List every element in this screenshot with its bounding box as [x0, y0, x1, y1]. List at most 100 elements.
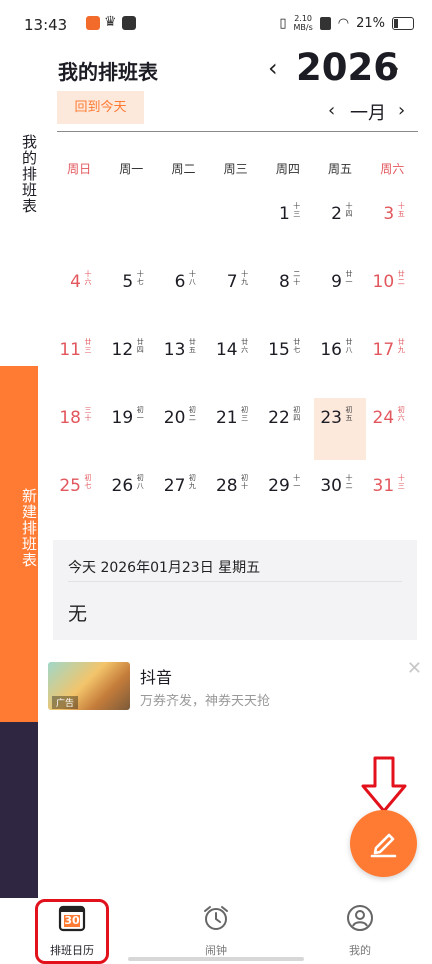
wifi-icon: ◠: [337, 15, 350, 31]
sim-off-icon: [319, 16, 331, 30]
day-number: 12: [111, 340, 134, 360]
day-number: 24: [372, 408, 395, 428]
lunar-date: 初三: [241, 406, 249, 422]
home-indicator: [128, 957, 304, 961]
calendar-day[interactable]: 31 十三: [366, 466, 418, 528]
lunar-date: 十九: [241, 270, 249, 286]
lunar-date: 十四: [345, 202, 353, 218]
day-number: 2: [331, 204, 342, 224]
calendar-day[interactable]: 18 三十: [53, 398, 105, 460]
battery-icon: [392, 16, 414, 30]
calendar-day[interactable]: 25 初七: [53, 466, 105, 528]
lunar-date: 廿八: [345, 338, 353, 354]
battery-percent: 21%: [356, 15, 385, 31]
day-number: 17: [372, 340, 395, 360]
month-prev-icon[interactable]: ‹: [328, 100, 335, 121]
weekday-sat: 周六: [380, 162, 405, 176]
calendar-day[interactable]: 2十四: [314, 194, 366, 256]
day-number: 4: [70, 272, 81, 292]
ad-app-name[interactable]: 抖音: [140, 664, 172, 688]
calendar-day[interactable]: 26 初八: [105, 466, 157, 528]
calendar-day[interactable]: 21 初三: [210, 398, 262, 460]
calendar-day[interactable]: 15 廿七: [262, 330, 314, 392]
calendar-day[interactable]: 10 廿二: [366, 262, 418, 324]
calendar-day[interactable]: 3十五: [366, 194, 418, 256]
lunar-date: 廿四: [136, 338, 144, 354]
day-number: 5: [122, 272, 134, 292]
lunar-date: 十三: [397, 474, 405, 490]
lunar-date: 初九: [188, 474, 196, 490]
year-next-icon[interactable]: ›: [390, 54, 400, 82]
ad-thumbnail[interactable]: 广告: [48, 662, 130, 710]
calendar-day-today[interactable]: 23 初五: [314, 398, 366, 460]
calendar-day[interactable]: 22 初四: [262, 398, 314, 460]
calendar-day[interactable]: 27 初九: [157, 466, 209, 528]
calendar-day[interactable]: 13 廿五: [157, 330, 209, 392]
info-divider: [68, 581, 402, 582]
weekday-tue: 周二: [171, 162, 196, 176]
lunar-date: 初六: [397, 406, 405, 422]
network-speed: 2.10 MB/s: [293, 14, 313, 32]
day-number: 11: [59, 340, 81, 360]
sidebar-my-schedule[interactable]: 我的排班表: [0, 134, 38, 214]
calendar-day[interactable]: 29 十一: [262, 466, 314, 528]
day-number: 3: [383, 204, 395, 224]
schedule-value: 无: [68, 603, 88, 625]
calendar-day[interactable]: 16 廿八: [314, 330, 366, 392]
day-number: 30: [320, 476, 342, 496]
calendar-day[interactable]: 24 初六: [366, 398, 418, 460]
calendar-day[interactable]: 6十八: [157, 262, 209, 324]
day-number: 29: [268, 476, 290, 496]
ad-banner[interactable]: 广告 抖音 万券齐发，神券天天抢 ✕: [44, 656, 424, 716]
lunar-date: 十三: [293, 202, 301, 218]
calendar-day[interactable]: 4十六: [53, 262, 105, 324]
calendar-day[interactable]: 12 廿四: [105, 330, 157, 392]
lunar-date: 廿五: [188, 338, 196, 354]
calendar-day[interactable]: 17 廿九: [366, 330, 418, 392]
calendar-day[interactable]: 5十七: [105, 262, 157, 324]
lunar-date: 初二: [188, 406, 196, 422]
weekday-mon: 周一: [119, 162, 144, 176]
calendar-day[interactable]: 7十九: [210, 262, 262, 324]
pencil-icon: [370, 833, 397, 858]
calendar-day[interactable]: 9廿一: [314, 262, 366, 324]
calendar-day[interactable]: 11 廿三: [53, 330, 105, 392]
year-label: 2026: [296, 46, 399, 89]
app-notification-icon: [86, 16, 100, 30]
crown-icon: ♛: [104, 14, 117, 30]
year-prev-icon[interactable]: ‹: [268, 54, 278, 82]
calendar-day[interactable]: 1十三: [262, 194, 314, 256]
tab-alarm[interactable]: 闹钟: [161, 898, 271, 964]
day-number: 31: [372, 476, 395, 496]
month-next-icon[interactable]: ›: [398, 100, 405, 121]
day-number: 15: [268, 340, 290, 360]
calendar-day[interactable]: 19 初一: [105, 398, 157, 460]
day-number: 13: [163, 340, 186, 360]
day-number: 23: [320, 408, 342, 428]
day-number: 8: [278, 272, 290, 292]
day-number: 19: [111, 408, 134, 428]
month-label: 一月: [350, 103, 386, 124]
close-icon[interactable]: ✕: [407, 658, 422, 679]
tab-mine[interactable]: 我的: [305, 898, 415, 964]
sidebar-new-schedule-label[interactable]: 新建排班表: [0, 488, 38, 568]
calendar-day[interactable]: 14 廿六: [210, 330, 262, 392]
edit-schedule-button[interactable]: [350, 810, 417, 877]
status-bar: 13:43 ♛ ▯ 2.10 MB/s ◠ 21%: [0, 0, 432, 48]
lunar-date: 初七: [84, 474, 92, 490]
day-number: 28: [215, 476, 238, 496]
status-right: ▯ 2.10 MB/s ◠ 21%: [279, 14, 414, 32]
back-to-today-button[interactable]: 回到今天: [57, 91, 144, 124]
lunar-date: 十六: [84, 270, 92, 286]
highlight-annotation-box: [35, 899, 109, 964]
lunar-date: 十七: [136, 270, 144, 286]
calendar-day[interactable]: 20 初二: [157, 398, 209, 460]
ad-description[interactable]: 万券齐发，神券天天抢: [140, 690, 270, 709]
day-number: 10: [372, 272, 395, 292]
lunar-date: 廿九: [397, 338, 405, 354]
day-number: 22: [268, 408, 290, 428]
calendar-day[interactable]: 30 十二: [314, 466, 366, 528]
calendar-day[interactable]: 8二十: [262, 262, 314, 324]
vibrate-icon: ▯: [279, 15, 287, 31]
calendar-day[interactable]: 28 初十: [210, 466, 262, 528]
